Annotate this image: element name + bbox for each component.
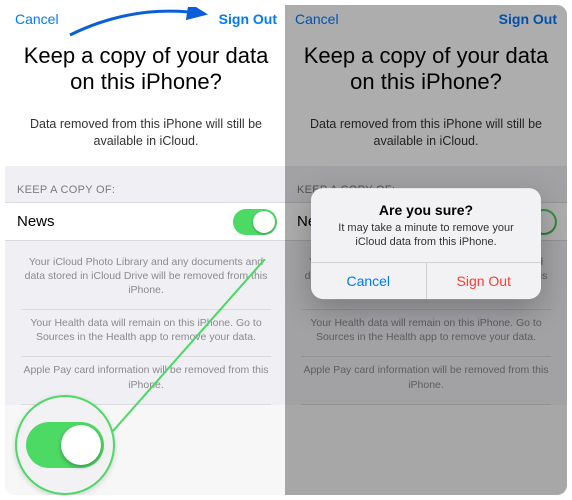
page-subtitle: Data removed from this iPhone will still… bbox=[5, 112, 287, 166]
right-screenshot: Cancel Sign Out Keep a copy of your data… bbox=[285, 5, 567, 495]
alert-cancel-button[interactable]: Cancel bbox=[311, 263, 427, 299]
news-row[interactable]: News bbox=[5, 202, 287, 241]
footer-note-2: Your Health data will remain on this iPh… bbox=[21, 316, 271, 344]
alert-signout-button[interactable]: Sign Out bbox=[427, 263, 542, 299]
news-toggle[interactable] bbox=[233, 209, 277, 235]
footer-note-1: Your iCloud Photo Library and any docume… bbox=[21, 255, 271, 298]
footer-note-3: Apple Pay card information will be remov… bbox=[21, 363, 271, 391]
left-screenshot: Cancel Sign Out Keep a copy of your data… bbox=[5, 5, 287, 495]
page-title: Keep a copy of your data on this iPhone? bbox=[5, 35, 287, 112]
section-header-keep-copy: KEEP A COPY OF: bbox=[5, 166, 287, 202]
nav-bar: Cancel Sign Out bbox=[5, 5, 287, 35]
confirm-signout-alert: Are you sure? It may take a minute to re… bbox=[311, 188, 541, 299]
alert-title: Are you sure? bbox=[325, 202, 527, 218]
news-row-label: News bbox=[17, 213, 55, 230]
alert-message: It may take a minute to remove your iClo… bbox=[325, 221, 527, 250]
cancel-button[interactable]: Cancel bbox=[15, 11, 59, 27]
sign-out-button[interactable]: Sign Out bbox=[219, 11, 277, 27]
footer-notes: Your iCloud Photo Library and any docume… bbox=[5, 241, 287, 405]
